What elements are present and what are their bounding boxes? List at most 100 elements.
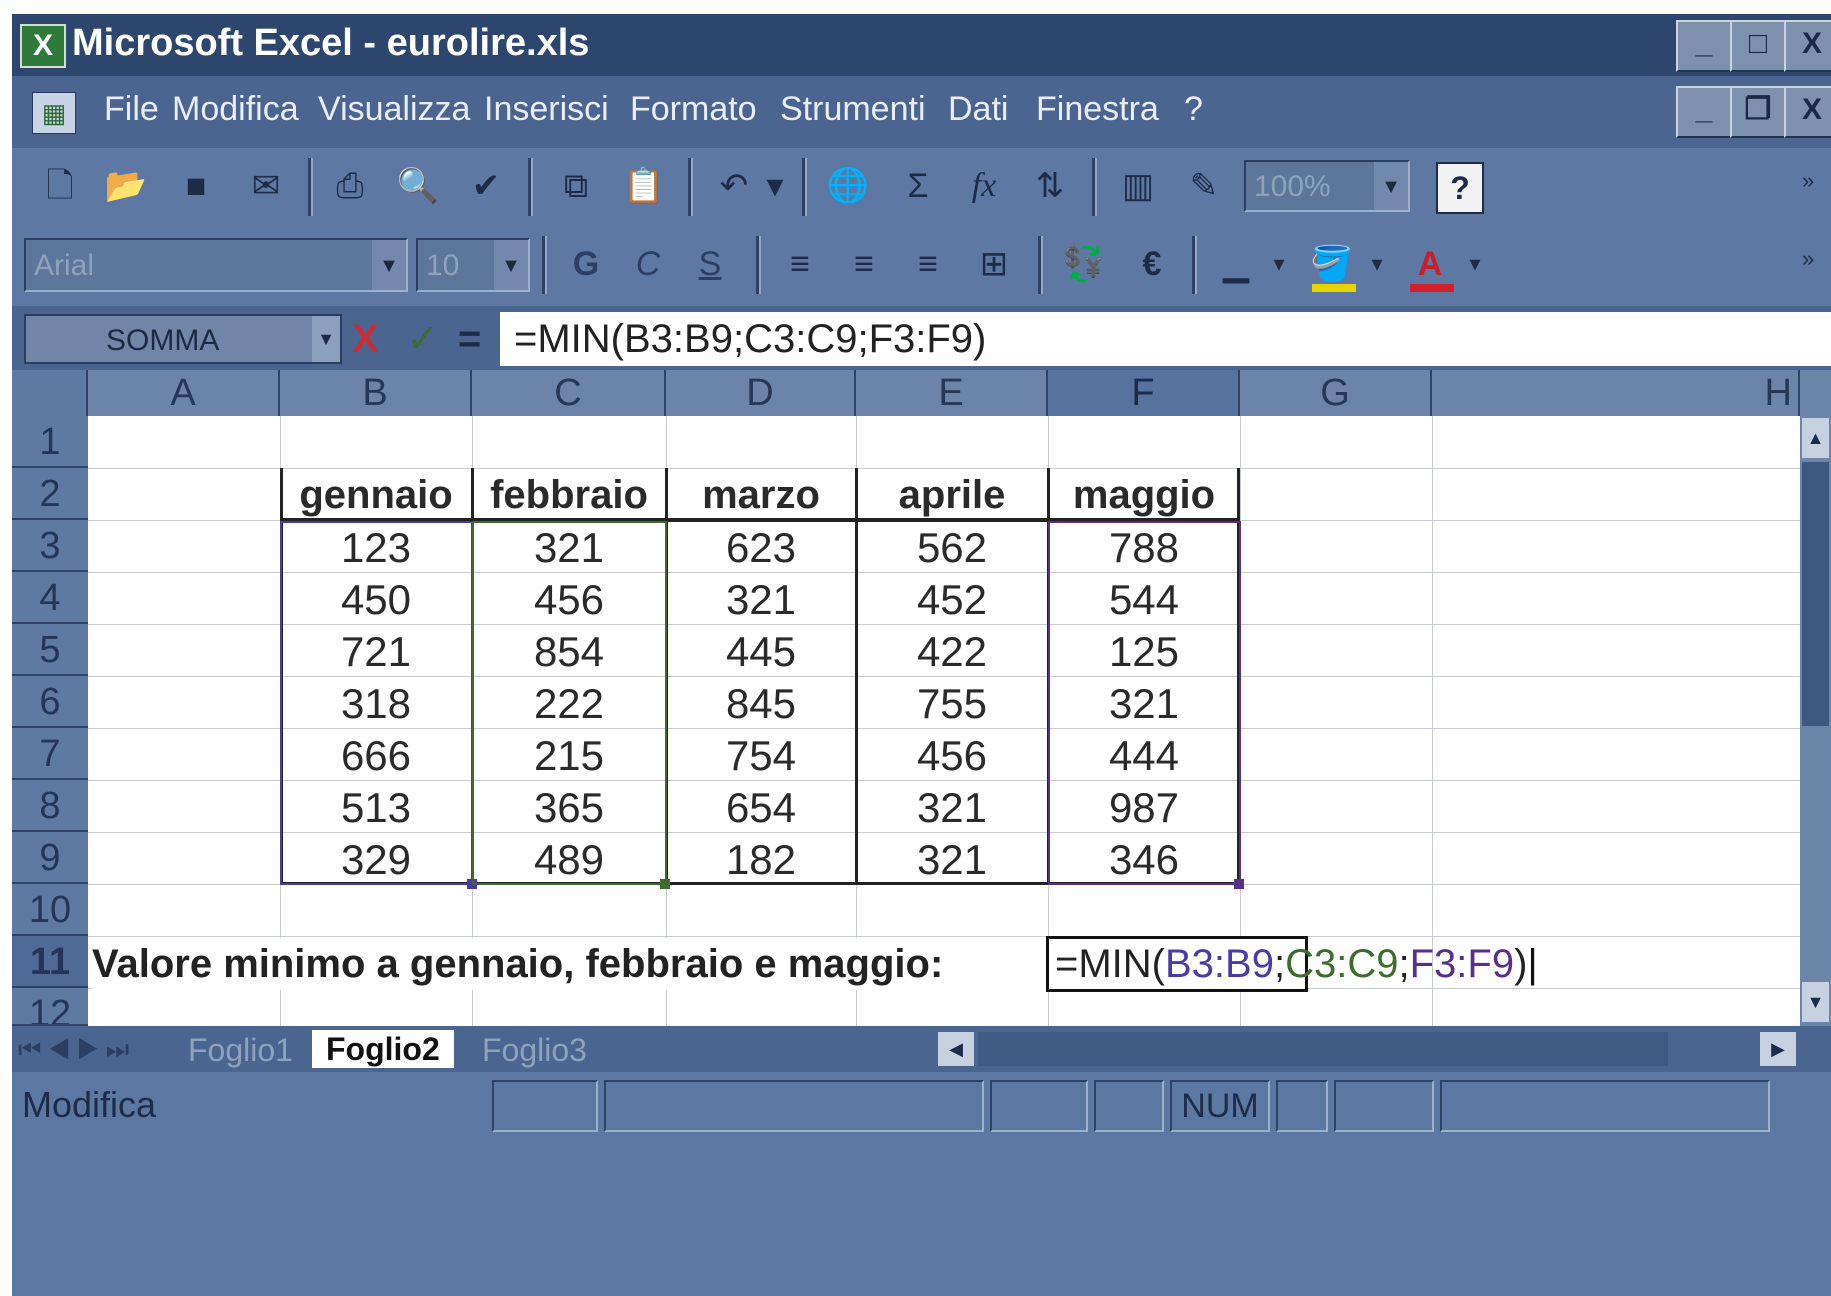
data-cell[interactable]: 321 xyxy=(666,574,856,626)
header-cell[interactable]: maggio xyxy=(1048,470,1240,520)
tab-scroll-icons[interactable]: ⏮◀▶⏭ xyxy=(18,1034,135,1066)
header-cell[interactable]: marzo xyxy=(666,470,856,520)
excel-app-icon[interactable]: X xyxy=(20,24,66,68)
align-center-icon[interactable]: ≡ xyxy=(836,236,892,292)
column-header-d[interactable]: D xyxy=(666,370,856,416)
close-button[interactable]: X xyxy=(1784,20,1831,72)
data-cell[interactable]: 544 xyxy=(1048,574,1240,626)
font-size-select[interactable]: 10 ▼ xyxy=(416,238,530,292)
print-preview-icon[interactable]: 🔍 xyxy=(390,158,446,214)
menu-modifica[interactable]: Modifica xyxy=(172,90,299,129)
data-cell[interactable]: 845 xyxy=(666,678,856,730)
data-cell[interactable]: 513 xyxy=(280,782,472,834)
header-cell[interactable]: febbraio xyxy=(472,470,666,520)
chevron-down-icon[interactable]: ▾ xyxy=(1264,236,1294,292)
data-cell[interactable]: 452 xyxy=(856,574,1048,626)
data-cell[interactable]: 123 xyxy=(280,522,472,574)
data-cell[interactable]: 854 xyxy=(472,626,666,678)
menu-help[interactable]: ? xyxy=(1184,90,1203,129)
align-right-icon[interactable]: ≡ xyxy=(900,236,956,292)
sheet-tab-foglio1[interactable]: Foglio1 xyxy=(188,1032,293,1069)
data-cell[interactable]: 422 xyxy=(856,626,1048,678)
data-cell[interactable]: 456 xyxy=(472,574,666,626)
email-icon[interactable]: ✉ xyxy=(238,158,294,214)
merge-center-icon[interactable]: ⊞ xyxy=(966,236,1022,292)
save-icon[interactable]: ■ xyxy=(168,158,224,214)
data-cell[interactable]: 321 xyxy=(856,834,1048,886)
hscroll-thumb[interactable] xyxy=(978,1032,1668,1066)
print-icon[interactable]: ⎙ xyxy=(322,158,378,214)
menu-finestra[interactable]: Finestra xyxy=(1036,90,1159,129)
data-cell[interactable]: 182 xyxy=(666,834,856,886)
hscroll-left-arrow[interactable]: ◀ xyxy=(938,1032,974,1066)
edit-formula-button[interactable]: = xyxy=(458,314,481,364)
font-name-select[interactable]: Arial ▼ xyxy=(24,238,408,292)
select-all-button[interactable] xyxy=(12,370,88,416)
data-cell[interactable]: 754 xyxy=(666,730,856,782)
data-cell[interactable]: 329 xyxy=(280,834,472,886)
column-header-h[interactable]: H xyxy=(1432,370,1800,416)
chevron-down-icon[interactable]: ▾ xyxy=(1460,236,1490,292)
data-cell[interactable]: 125 xyxy=(1048,626,1240,678)
chevron-down-icon[interactable]: ▼ xyxy=(1374,162,1408,210)
undo-dropdown-icon[interactable]: ▾ xyxy=(760,158,790,214)
zoom-select[interactable]: 100% ▼ xyxy=(1244,160,1410,212)
spelling-icon[interactable]: ✔ xyxy=(458,158,514,214)
sheet-tab-foglio3[interactable]: Foglio3 xyxy=(482,1032,587,1069)
align-left-icon[interactable]: ≡ xyxy=(772,236,828,292)
row-header-1[interactable]: 1 xyxy=(12,416,88,468)
data-cell[interactable]: 450 xyxy=(280,574,472,626)
header-cell[interactable]: aprile xyxy=(856,470,1048,520)
data-cell[interactable]: 346 xyxy=(1048,834,1240,886)
doc-minimize-button[interactable]: _ xyxy=(1676,86,1732,138)
paste-icon[interactable]: 📋 xyxy=(616,158,672,214)
chevron-down-icon[interactable]: ▼ xyxy=(494,240,528,290)
doc-close-button[interactable]: X xyxy=(1784,86,1831,138)
data-cell[interactable]: 321 xyxy=(1048,678,1240,730)
row-header-11[interactable]: 11 xyxy=(12,936,88,988)
confirm-entry-button[interactable]: ✓ xyxy=(406,314,440,364)
data-cell[interactable]: 444 xyxy=(1048,730,1240,782)
new-icon[interactable]: 🗋 xyxy=(32,158,88,214)
data-cell[interactable]: 445 xyxy=(666,626,856,678)
row-header-2[interactable]: 2 xyxy=(12,468,88,520)
menu-inserisci[interactable]: Inserisci xyxy=(484,90,609,129)
data-cell[interactable]: 321 xyxy=(472,522,666,574)
name-box-dropdown-icon[interactable]: ▼ xyxy=(312,316,340,362)
maximize-button[interactable]: □ xyxy=(1730,20,1786,72)
chevron-down-icon[interactable]: ▼ xyxy=(372,240,406,290)
sheet-tab-foglio2[interactable]: Foglio2 xyxy=(312,1030,454,1068)
column-header-e[interactable]: E xyxy=(856,370,1048,416)
scroll-up-arrow[interactable]: ▲ xyxy=(1802,418,1829,458)
row-header-10[interactable]: 10 xyxy=(12,884,88,936)
autosum-icon[interactable]: Σ xyxy=(890,158,946,214)
workbook-icon[interactable]: ▦ xyxy=(32,92,76,134)
data-cell[interactable]: 222 xyxy=(472,678,666,730)
scroll-down-arrow[interactable]: ▼ xyxy=(1802,982,1829,1022)
row-header-3[interactable]: 3 xyxy=(12,520,88,572)
function-icon[interactable]: fx xyxy=(956,158,1012,214)
hscroll-right-arrow[interactable]: ▶ xyxy=(1760,1032,1796,1066)
data-cell[interactable]: 489 xyxy=(472,834,666,886)
row-header-4[interactable]: 4 xyxy=(12,572,88,624)
italic-button[interactable]: C xyxy=(620,236,676,292)
column-header-b[interactable]: B xyxy=(280,370,472,416)
borders-icon[interactable]: ▁ xyxy=(1208,236,1264,292)
cell-area[interactable]: gennaio febbraio marzo aprile maggio 123… xyxy=(88,416,1800,1026)
formula-input[interactable]: =MIN(B3:B9;C3:C9;F3:F9) xyxy=(500,312,1831,366)
doc-restore-button[interactable]: ❐ xyxy=(1730,86,1786,138)
data-cell[interactable]: 365 xyxy=(472,782,666,834)
chevron-down-icon[interactable]: ▾ xyxy=(1362,236,1392,292)
toolbar-overflow-icon[interactable]: » xyxy=(1802,246,1814,272)
open-icon[interactable]: 📂 xyxy=(98,158,154,214)
data-cell[interactable]: 562 xyxy=(856,522,1048,574)
menu-dati[interactable]: Dati xyxy=(948,90,1008,129)
menu-visualizza[interactable]: Visualizza xyxy=(318,90,470,129)
column-header-f[interactable]: F xyxy=(1048,370,1240,416)
underline-button[interactable]: S xyxy=(682,236,738,292)
sort-ascending-icon[interactable]: ⇅ xyxy=(1022,158,1078,214)
chart-wizard-icon[interactable]: ▥ xyxy=(1110,158,1166,214)
header-cell[interactable]: gennaio xyxy=(280,470,472,520)
help-button[interactable]: ? xyxy=(1436,162,1484,214)
minimize-button[interactable]: _ xyxy=(1676,20,1732,72)
